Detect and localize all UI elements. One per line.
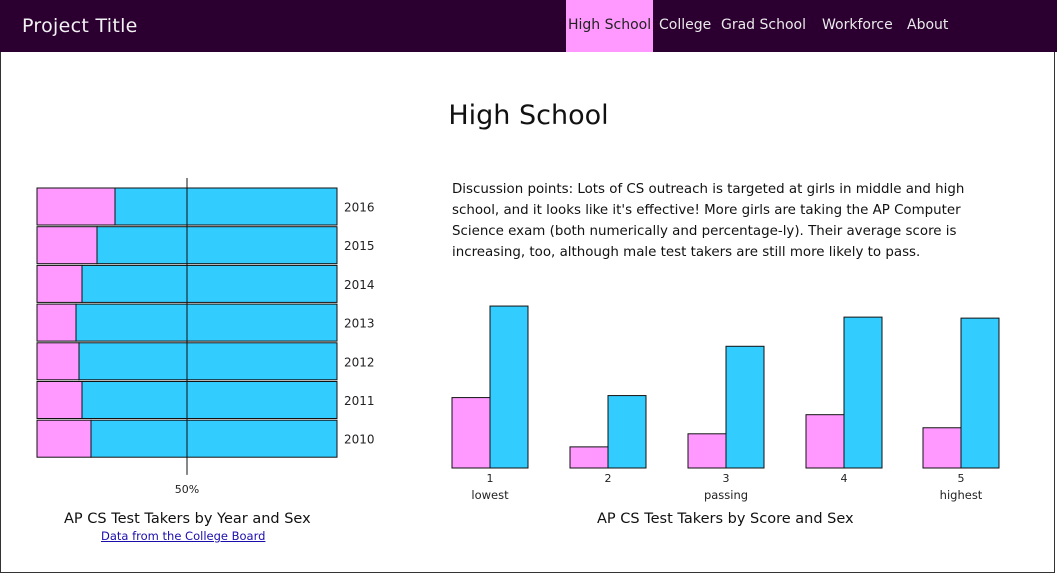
bar-male-2014 bbox=[81, 264, 338, 303]
bar-male-2011 bbox=[81, 381, 338, 419]
bar-male-score-1 bbox=[489, 305, 529, 469]
bar-male-2010 bbox=[90, 419, 338, 458]
year-label-2010: 2010 bbox=[344, 433, 375, 447]
year-label-2011: 2011 bbox=[344, 394, 375, 408]
score-sublabel-3: passing bbox=[704, 488, 748, 502]
bar-male-score-5 bbox=[960, 317, 1000, 469]
navbar: Project Title High School College Grad S… bbox=[0, 0, 1057, 52]
discussion-text: Discussion points: Lots of CS outreach i… bbox=[452, 182, 965, 260]
score-sublabel-1: lowest bbox=[471, 488, 509, 502]
nav-item-grad-school[interactable]: Grad School bbox=[721, 0, 806, 52]
score-sublabel-5: highest bbox=[940, 488, 983, 502]
nav-item-high-school[interactable]: High School bbox=[566, 0, 654, 52]
midpoint-label: 50% bbox=[175, 483, 199, 496]
bar-male-2016 bbox=[114, 187, 338, 226]
brand-title[interactable]: Project Title bbox=[22, 15, 138, 37]
bar-female-2014 bbox=[36, 264, 83, 303]
score-tick-3: 3 bbox=[723, 472, 730, 485]
score-tick-1: 1 bbox=[487, 472, 494, 485]
bar-female-2013 bbox=[36, 303, 77, 342]
source-link[interactable]: Data from the College Board bbox=[101, 529, 265, 543]
score-sex-chart: 1 lowest 2 3 passing 4 5 highest bbox=[451, 305, 1000, 502]
bar-male-score-4 bbox=[843, 316, 883, 469]
bar-female-score-5 bbox=[922, 427, 962, 469]
year-label-2012: 2012 bbox=[344, 355, 375, 369]
score-tick-5: 5 bbox=[958, 472, 965, 485]
bar-female-score-3 bbox=[687, 433, 727, 469]
year-label-2014: 2014 bbox=[344, 278, 375, 292]
score-tick-4: 4 bbox=[841, 472, 848, 485]
bar-male-2013 bbox=[75, 303, 338, 342]
bar-female-score-4 bbox=[805, 414, 845, 469]
bar-female-2011 bbox=[36, 381, 83, 419]
year-chart-title: AP CS Test Takers by Year and Sex bbox=[64, 511, 311, 527]
bar-female-2010 bbox=[36, 419, 92, 458]
bar-female-2012 bbox=[36, 342, 80, 381]
nav-item-about[interactable]: About bbox=[907, 0, 948, 52]
bar-male-score-2 bbox=[607, 395, 647, 469]
bar-female-score-2 bbox=[569, 446, 609, 469]
nav-item-college[interactable]: College bbox=[659, 0, 711, 52]
bar-female-2015 bbox=[36, 226, 98, 265]
page-title: High School bbox=[448, 100, 609, 131]
nav-item-workforce[interactable]: Workforce bbox=[822, 0, 893, 52]
bar-female-score-1 bbox=[451, 397, 491, 469]
score-chart-title: AP CS Test Takers by Score and Sex bbox=[597, 511, 854, 527]
bar-female-2016 bbox=[36, 187, 116, 226]
year-label-2016: 2016 bbox=[344, 201, 375, 215]
bar-male-score-3 bbox=[725, 345, 765, 469]
year-label-2015: 2015 bbox=[344, 239, 375, 253]
year-sex-chart: 2016 2015 2014 2013 2012 2011 2010 50% bbox=[36, 178, 375, 496]
year-label-2013: 2013 bbox=[344, 317, 375, 331]
bar-male-2015 bbox=[96, 226, 338, 265]
score-tick-2: 2 bbox=[605, 472, 612, 485]
bar-male-2012 bbox=[78, 342, 338, 381]
